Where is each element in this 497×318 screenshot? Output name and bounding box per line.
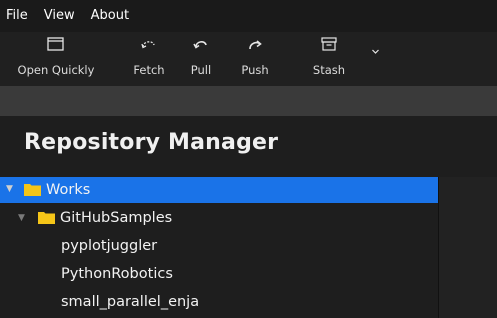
open-quickly-label: Open Quickly <box>17 63 95 77</box>
open-quickly-button[interactable]: Open Quickly <box>8 32 104 86</box>
menu-about[interactable]: About <box>83 0 137 32</box>
pull-button[interactable]: Pull <box>181 32 221 86</box>
tree-item-repo[interactable]: small_parallel_enja <box>0 289 438 315</box>
push-button[interactable]: Push <box>232 32 278 86</box>
tree-item-label: Works <box>46 182 91 198</box>
toolbar: Open Quickly Fetch Pull Push Stash <box>0 32 497 86</box>
folder-icon <box>24 184 41 196</box>
tree-item-repo[interactable]: pyplotjuggler <box>0 233 438 259</box>
detail-pane <box>438 177 497 318</box>
fetch-icon <box>126 36 172 54</box>
page-title: Repository Manager <box>24 130 279 155</box>
expand-caret-icon[interactable]: ▼ <box>6 184 13 194</box>
fetch-button[interactable]: Fetch <box>126 32 172 86</box>
push-icon <box>232 36 278 54</box>
stash-icon <box>306 36 352 54</box>
stash-dropdown-chevron-icon[interactable] <box>372 48 379 55</box>
menu-view[interactable]: View <box>36 0 83 32</box>
stash-button[interactable]: Stash <box>306 32 352 86</box>
tree-item-works[interactable]: ▼ Works <box>0 177 438 203</box>
tree-item-repo[interactable]: PythonRobotics <box>0 261 438 287</box>
header: Repository Manager <box>0 116 497 176</box>
expand-caret-icon[interactable]: ▼ <box>18 213 25 223</box>
tree-item-label: small_parallel_enja <box>61 294 200 310</box>
pull-label: Pull <box>190 63 212 77</box>
address-bar-strip <box>0 86 497 116</box>
menu-file[interactable]: File <box>0 0 36 32</box>
tree-item-githubsamples[interactable]: ▼ GitHubSamples <box>0 205 438 231</box>
repository-tree: ▼ Works ▼ GitHubSamples pyplotjuggler Py… <box>0 177 438 318</box>
menu-bar: File View About <box>0 0 497 32</box>
tree-item-label: PythonRobotics <box>61 266 173 282</box>
fetch-label: Fetch <box>133 63 165 77</box>
tree-item-label: pyplotjuggler <box>61 238 158 254</box>
pull-icon <box>181 36 221 54</box>
folder-icon <box>38 212 55 224</box>
tree-item-label: GitHubSamples <box>60 210 173 226</box>
window-icon <box>8 36 104 54</box>
stash-label: Stash <box>312 63 346 77</box>
push-label: Push <box>241 63 269 77</box>
